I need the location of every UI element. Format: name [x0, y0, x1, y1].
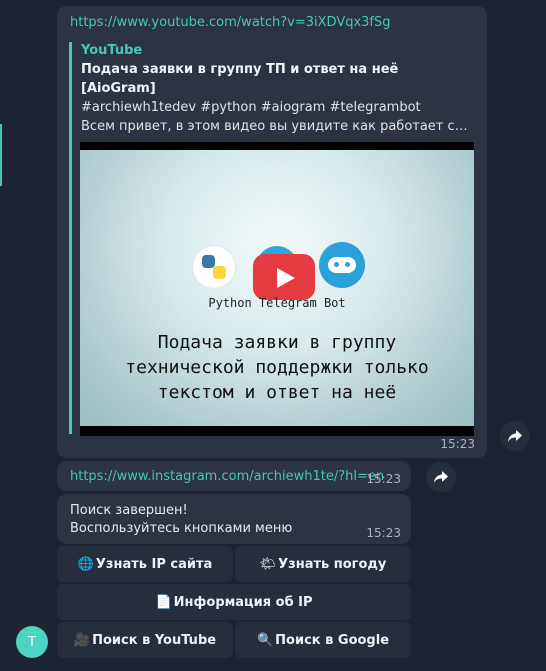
play-icon[interactable]	[253, 254, 315, 300]
preview-description: Всем привет, в этом видео вы увидите как…	[81, 119, 473, 134]
weather-button[interactable]: 🌤 Узнать погоду	[235, 546, 411, 582]
bot-logo-icon	[319, 242, 365, 288]
message-youtube-link: https://www.youtube.com/watch?v=3iXDVqx3…	[57, 6, 487, 458]
youtube-search-button[interactable]: 🎥 Поиск в YouTube	[57, 622, 233, 658]
message-time: 15:23	[366, 472, 401, 486]
preview-title: Подача заявки в группу ТП и ответ на неё…	[81, 62, 399, 96]
youtube-url-link[interactable]: https://www.youtube.com/watch?v=3iXDVqx3…	[70, 15, 391, 30]
message-search-complete: Поиск завершен! Воспользуйтесь кнопками …	[57, 494, 411, 544]
search-icon: 🔍	[256, 632, 274, 648]
link-preview[interactable]: YouTube Подача заявки в группу ТП и отве…	[69, 42, 477, 436]
forward-icon	[508, 430, 522, 442]
globe-icon: 🌐	[77, 556, 94, 572]
thumbnail-caption: Подача заявки в группу технической подде…	[125, 332, 429, 403]
forward-icon	[434, 471, 448, 483]
camera-icon: 🎥	[73, 632, 91, 648]
video-thumbnail[interactable]: Python Telegram Bot Подача заявки в груп…	[80, 142, 474, 436]
message-time: 15:23	[440, 437, 475, 451]
avatar[interactable]: T	[16, 626, 48, 658]
forward-button[interactable]	[426, 462, 456, 492]
button-label: Поиск в Google	[275, 632, 390, 648]
forward-button[interactable]	[500, 421, 530, 451]
instagram-url-link[interactable]: https://www.instagram.com/archiewh1te/?h…	[70, 469, 384, 484]
google-search-button[interactable]: 🔍 Поиск в Google	[235, 622, 411, 658]
button-label: Узнать погоду	[278, 556, 387, 572]
thumbnail-image: Python Telegram Bot Подача заявки в груп…	[80, 150, 474, 426]
message-text-line: Воспользуйтесь кнопками меню	[70, 521, 293, 536]
message-time: 15:23	[366, 526, 401, 540]
weather-icon: 🌤	[259, 556, 277, 572]
message-text-line: Поиск завершен!	[70, 503, 188, 518]
button-label: Узнать IP сайта	[95, 556, 213, 572]
chat-scroll-indicator	[0, 124, 2, 186]
button-label: Информация об IP	[173, 594, 313, 610]
message-instagram-link: https://www.instagram.com/archiewh1te/?h…	[57, 461, 411, 491]
ip-info-button[interactable]: 📄 Информация об IP	[57, 584, 411, 620]
preview-tags: #archiewh1tedev #python #aiogram #telegr…	[81, 100, 421, 115]
thumbnail-subtitle: Python Telegram Bot	[208, 296, 346, 310]
document-icon: 📄	[155, 594, 172, 610]
python-logo-icon	[193, 246, 235, 288]
site-ip-button[interactable]: 🌐 Узнать IP сайта	[57, 546, 233, 582]
preview-site-name: YouTube	[81, 43, 143, 58]
button-label: Поиск в YouTube	[92, 632, 217, 648]
